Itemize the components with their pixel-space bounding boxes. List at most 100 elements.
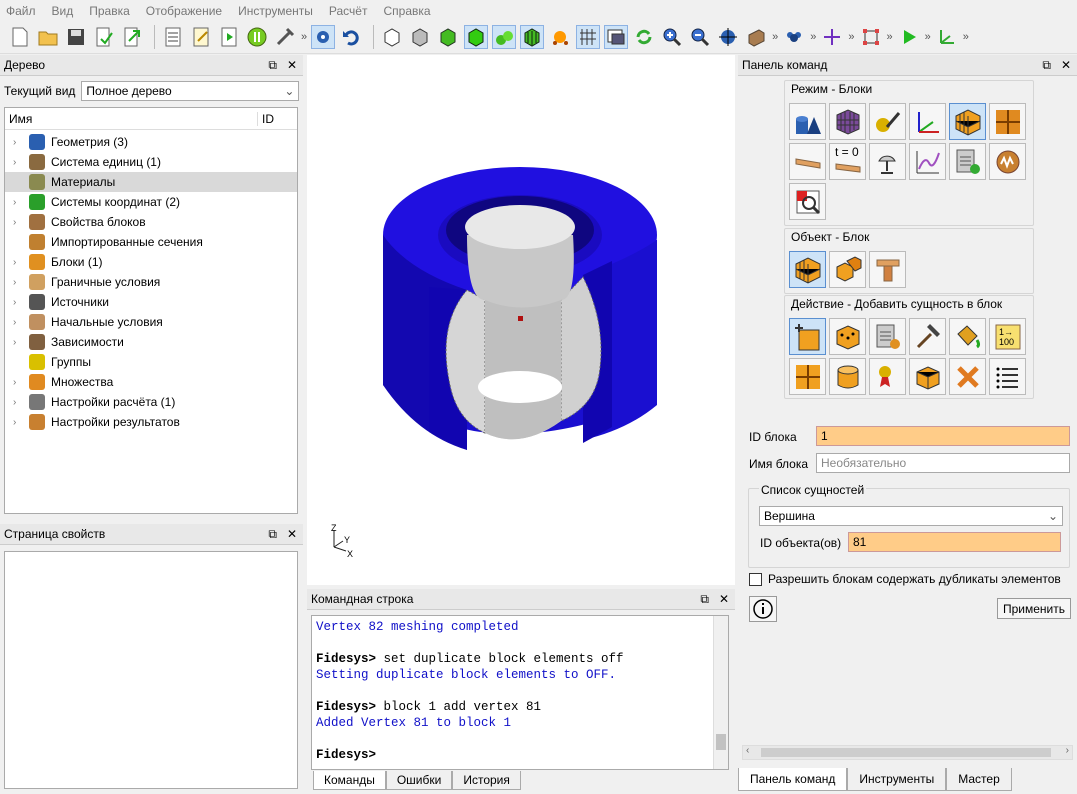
bounding-box-icon[interactable]: [859, 25, 883, 49]
menu-item-0[interactable]: Файл: [6, 4, 36, 18]
tree-item[interactable]: › Источники: [5, 292, 297, 312]
list-button[interactable]: [989, 358, 1026, 395]
close-icon[interactable]: ✕: [287, 527, 297, 542]
tree-item[interactable]: Материалы: [5, 172, 297, 192]
close-icon[interactable]: ✕: [287, 58, 297, 73]
block-view-icon[interactable]: [744, 25, 768, 49]
cylinder-block-button[interactable]: [829, 358, 866, 395]
crosshair-icon[interactable]: [820, 25, 844, 49]
block-calc-button[interactable]: [869, 318, 906, 355]
menu-item-5[interactable]: Расчёт: [329, 4, 368, 18]
box-button[interactable]: [909, 358, 946, 395]
tree-item[interactable]: Импортированные сечения: [5, 232, 297, 252]
scroll-thumb[interactable]: [716, 734, 726, 750]
multi-body-icon[interactable]: [492, 25, 517, 49]
expand-arrow-icon[interactable]: ›: [13, 257, 29, 268]
tab-1[interactable]: Ошибки: [385, 771, 453, 790]
menu-item-4[interactable]: Инструменты: [238, 4, 313, 18]
object-id-input[interactable]: 81: [848, 532, 1061, 552]
refresh-icon[interactable]: [632, 25, 656, 49]
tree-item[interactable]: Группы: [5, 352, 297, 372]
block-props-button[interactable]: [869, 251, 906, 288]
split-block-button[interactable]: [789, 358, 826, 395]
undock-icon[interactable]: ⧉: [268, 58, 277, 73]
tree-item[interactable]: › Начальные условия: [5, 312, 297, 332]
sources-mode-button[interactable]: [869, 143, 906, 180]
graphics-viewport[interactable]: Z Y X: [307, 55, 735, 585]
numbering-button[interactable]: 1→ 100: [989, 318, 1026, 355]
expand-arrow-icon[interactable]: ›: [13, 137, 29, 148]
users-icon[interactable]: [782, 25, 806, 49]
tree-item[interactable]: › Геометрия (3): [5, 132, 297, 152]
menu-item-3[interactable]: Отображение: [146, 4, 222, 18]
menu-item-1[interactable]: Вид: [52, 4, 74, 18]
zoom-in-icon[interactable]: [660, 25, 684, 49]
checklist-icon[interactable]: [161, 25, 185, 49]
expand-arrow-icon[interactable]: ›: [13, 337, 29, 348]
fit-view-icon[interactable]: [716, 25, 740, 49]
close-icon[interactable]: ✕: [719, 592, 729, 607]
console-scrollbar[interactable]: [713, 616, 728, 769]
import-icon[interactable]: [92, 25, 116, 49]
undock-icon[interactable]: ⧉: [700, 592, 709, 607]
expand-arrow-icon[interactable]: ›: [13, 197, 29, 208]
console-output[interactable]: Vertex 82 meshing completed Fidesys> set …: [311, 615, 729, 770]
tree-item[interactable]: › Множества: [5, 372, 297, 392]
expand-arrow-icon[interactable]: ›: [13, 377, 29, 388]
play-icon[interactable]: [897, 25, 921, 49]
inspect-mode-button[interactable]: [789, 183, 826, 220]
duplicates-checkbox[interactable]: [749, 572, 762, 586]
nodes-icon[interactable]: [548, 25, 572, 49]
paint-bucket-button[interactable]: [949, 318, 986, 355]
info-button[interactable]: [749, 596, 777, 622]
initial-mode-button[interactable]: t = 0: [829, 143, 866, 180]
edit-script-icon[interactable]: [189, 25, 213, 49]
tree-item[interactable]: › Граничные условия: [5, 272, 297, 292]
expand-arrow-icon[interactable]: ›: [13, 217, 29, 228]
tab-2[interactable]: Мастер: [946, 768, 1012, 791]
block-parts-button[interactable]: [829, 251, 866, 288]
block-id-input[interactable]: 1: [816, 426, 1070, 446]
tree-item[interactable]: › Системы координат (2): [5, 192, 297, 212]
tree-item[interactable]: › Настройки расчёта (1): [5, 392, 297, 412]
menu-item-2[interactable]: Правка: [89, 4, 130, 18]
undock-icon[interactable]: ⧉: [268, 527, 277, 542]
award-button[interactable]: [869, 358, 906, 395]
tree-item[interactable]: › Блоки (1): [5, 252, 297, 272]
col-id[interactable]: ID: [257, 111, 274, 126]
results-mode-button[interactable]: [989, 143, 1026, 180]
solid-cube-icon[interactable]: [464, 25, 489, 49]
expand-arrow-icon[interactable]: ›: [13, 297, 29, 308]
materials-mode-button[interactable]: [869, 103, 906, 140]
axes-icon[interactable]: [935, 25, 959, 49]
shaded-cube-icon[interactable]: [436, 25, 460, 49]
block-object-button[interactable]: [789, 251, 826, 288]
delete-block-button[interactable]: [949, 358, 986, 395]
expand-arrow-icon[interactable]: ›: [13, 157, 29, 168]
new-file-icon[interactable]: [8, 25, 32, 49]
coord-mode-button[interactable]: [909, 103, 946, 140]
tab-2[interactable]: История: [452, 771, 521, 790]
run-script-icon[interactable]: [217, 25, 241, 49]
undo-icon[interactable]: [339, 25, 363, 49]
mesh-cube-icon[interactable]: [520, 25, 545, 49]
blocks-mode-button[interactable]: [949, 103, 986, 140]
mesh-mode-button[interactable]: [829, 103, 866, 140]
horizontal-scrollbar[interactable]: ‹ ›: [742, 745, 1073, 760]
select-mode-icon[interactable]: [311, 25, 336, 49]
tab-0[interactable]: Команды: [313, 771, 386, 790]
dependencies-mode-button[interactable]: [909, 143, 946, 180]
save-icon[interactable]: [64, 25, 88, 49]
beam-mode-button[interactable]: [789, 143, 826, 180]
grid-icon[interactable]: [576, 25, 601, 49]
pause-icon[interactable]: [245, 25, 269, 49]
block-name-input[interactable]: Необязательно: [816, 453, 1070, 473]
zoom-out-icon[interactable]: [688, 25, 712, 49]
expand-arrow-icon[interactable]: ›: [13, 417, 29, 428]
apply-button[interactable]: Применить: [997, 598, 1071, 619]
view-select[interactable]: Полное дерево ⌄: [81, 81, 300, 101]
tab-0[interactable]: Панель команд: [738, 768, 848, 791]
calc-mode-button[interactable]: [949, 143, 986, 180]
wireframe-cube-icon[interactable]: [380, 25, 404, 49]
tab-1[interactable]: Инструменты: [847, 768, 947, 791]
